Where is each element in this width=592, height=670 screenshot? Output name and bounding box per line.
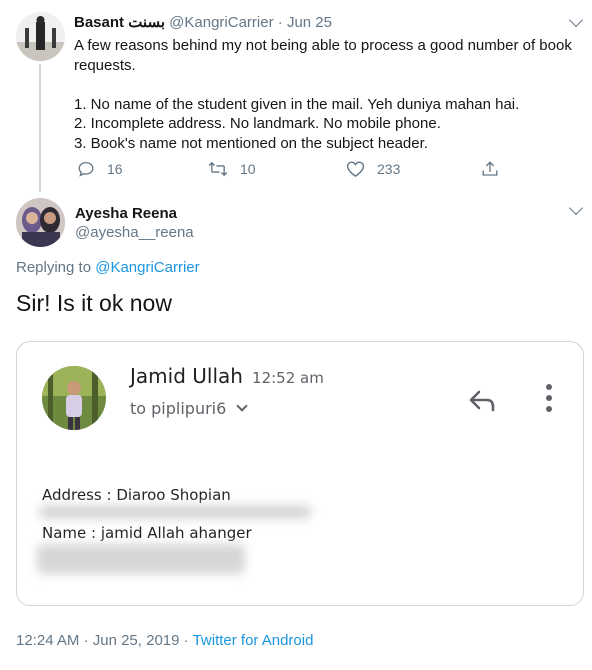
recipient-text: to piplipuri6 [130, 399, 227, 418]
retweet-button[interactable]: 10 [208, 158, 256, 180]
like-button[interactable]: 233 [346, 158, 400, 180]
parent-tweet-header: Basant بسنت @KangriCarrier · Jun 25 [74, 13, 332, 31]
tweet-text-line: 2. Incomplete address. No landmark. No m… [74, 115, 441, 132]
heart-icon [346, 160, 365, 178]
retweet-icon [208, 160, 228, 178]
redacted-text [39, 505, 311, 519]
tweet-text: Sir! Is it ok now [16, 290, 172, 316]
footer-separator: · [83, 632, 89, 649]
tweet-date[interactable]: Jun 25, 2019 [93, 632, 180, 649]
reply-button[interactable]: 16 [77, 158, 123, 180]
share-button[interactable] [481, 158, 499, 180]
replying-to-link[interactable]: @KangriCarrier [95, 259, 199, 276]
sender-avatar [42, 366, 106, 430]
parent-tweet-text: A few reasons behind my not being able t… [74, 36, 584, 153]
redacted-text [37, 544, 245, 574]
tweet-actions: 16 10 233 [74, 158, 504, 180]
parent-author-name[interactable]: Basant بسنت [74, 14, 165, 31]
reply-icon [77, 160, 95, 178]
tweet-text-line: 1. No name of the student given in the m… [74, 95, 520, 113]
tweet-source-link[interactable]: Twitter for Android [193, 632, 314, 649]
tweet-text-line: requests. [74, 56, 136, 74]
parent-tweet-date[interactable]: Jun 25 [287, 14, 332, 31]
chevron-down-icon[interactable] [568, 200, 584, 216]
email-time: 12:52 am [252, 369, 324, 387]
parent-author-handle[interactable]: @KangriCarrier [169, 14, 273, 31]
email-sender: Jamid Ullah 12:52 am [130, 364, 324, 388]
footer-separator: · [183, 632, 189, 649]
chevron-down-icon [236, 400, 248, 412]
header-separator: · [277, 14, 283, 31]
email-recipient: to piplipuri6 [130, 399, 248, 418]
more-vert-icon [539, 382, 559, 414]
share-icon [481, 160, 499, 178]
like-count: 233 [377, 161, 401, 177]
chevron-down-icon[interactable] [568, 12, 584, 28]
tweet-time[interactable]: 12:24 AM [16, 632, 79, 649]
tweet-text-line: 3. Book's name not mentioned on the subj… [74, 134, 428, 152]
attached-image[interactable]: Jamid Ullah 12:52 am to piplipuri6 Addre… [16, 341, 584, 606]
email-address-line: Address : Diaroo Shopian [42, 486, 231, 504]
parent-avatar[interactable] [16, 12, 65, 61]
author-handle[interactable]: @ayesha__reena [75, 224, 194, 241]
reply-count: 16 [107, 161, 123, 177]
thread-line [39, 64, 41, 192]
email-name-line: Name : jamid Allah ahanger [42, 524, 252, 542]
replying-to: Replying to @KangriCarrier [16, 259, 200, 276]
parent-tweet[interactable]: Basant بسنت @KangriCarrier · Jun 25 A fe… [0, 0, 592, 192]
gmail-reply-icon [467, 384, 499, 416]
replying-to-label: Replying to [16, 259, 92, 276]
author-avatar[interactable] [16, 198, 65, 247]
retweet-count: 10 [240, 161, 256, 177]
sender-name: Jamid Ullah [130, 364, 243, 388]
tweet-timestamp: 12:24 AM · Jun 25, 2019 · Twitter for An… [16, 632, 313, 649]
tweet-text-line [74, 75, 584, 95]
author-name[interactable]: Ayesha Reena [75, 205, 177, 222]
tweet-text-line: A few reasons behind my not being able t… [74, 37, 572, 54]
